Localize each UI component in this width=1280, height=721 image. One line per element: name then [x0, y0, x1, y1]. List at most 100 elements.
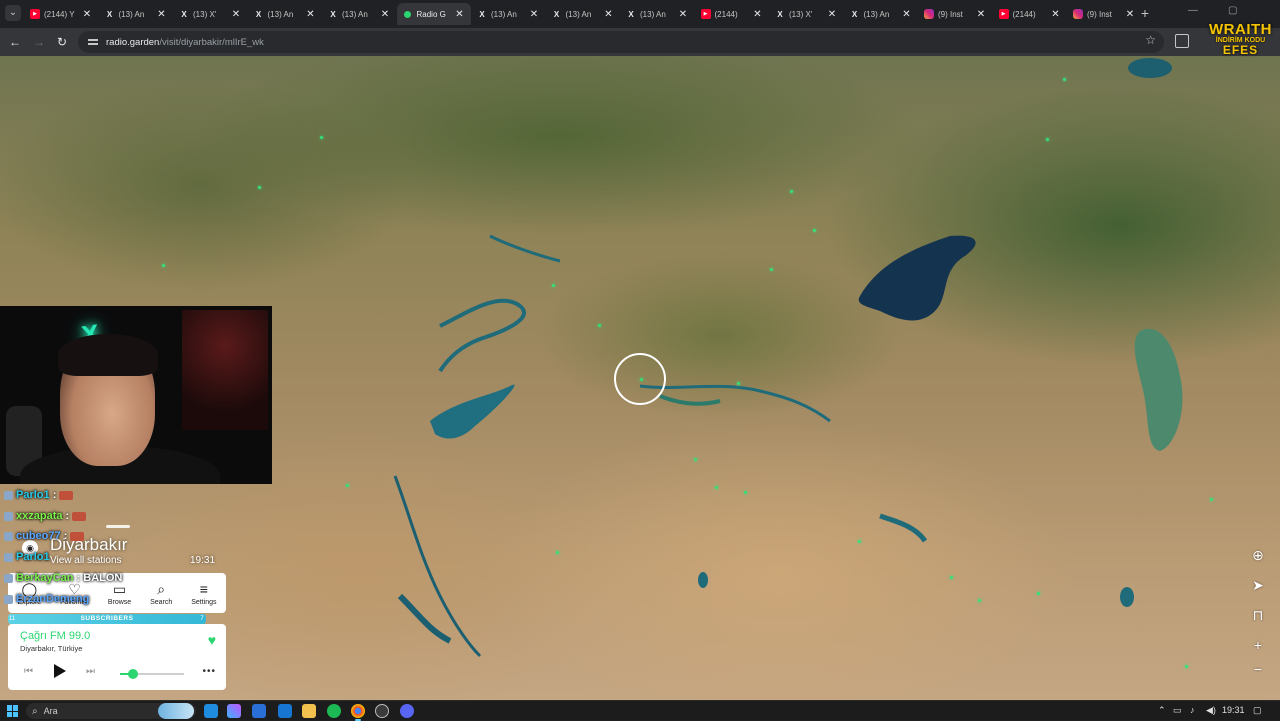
radio-station-dot[interactable]: [950, 576, 953, 579]
radio-station-dot[interactable]: [1185, 665, 1188, 668]
back-icon[interactable]: ←: [7, 34, 23, 50]
browser-tab[interactable]: X (13) An ✕: [620, 3, 694, 25]
radio-station-dot[interactable]: [258, 186, 261, 189]
radio-station-dot[interactable]: [790, 190, 793, 193]
spotify-icon[interactable]: [327, 704, 341, 718]
radio-station-dot[interactable]: [1046, 138, 1049, 141]
nav-settings[interactable]: ≡ Settings: [191, 581, 216, 606]
lock-icon[interactable]: ⊓: [1249, 606, 1267, 624]
edge-icon[interactable]: [204, 704, 218, 718]
radio-station-dot[interactable]: [556, 551, 559, 554]
radio-station-dot[interactable]: [744, 491, 747, 494]
browser-tab[interactable]: X (13) An ✕: [546, 3, 620, 25]
chat-username[interactable]: Parlo1: [16, 489, 50, 501]
maximize-icon[interactable]: ▢: [1228, 5, 1237, 16]
close-tab-icon[interactable]: ✕: [157, 9, 167, 20]
close-tab-icon[interactable]: ✕: [1051, 9, 1061, 20]
close-tab-icon[interactable]: ✕: [455, 9, 465, 20]
radio-station-dot[interactable]: [1063, 78, 1066, 81]
close-tab-icon[interactable]: ✕: [902, 9, 912, 20]
radio-station-dot[interactable]: [770, 268, 773, 271]
explorer-icon[interactable]: [302, 704, 316, 718]
extensions-icon[interactable]: [1175, 34, 1189, 48]
browser-tab[interactable]: X (13) An ✕: [844, 3, 918, 25]
browser-tab[interactable]: X (13) X' ✕: [769, 3, 843, 25]
browser-tab[interactable]: ▶ (2144) Y ✕: [24, 3, 98, 25]
forward-icon[interactable]: →: [31, 34, 47, 50]
radio-station-dot[interactable]: [978, 599, 981, 602]
radio-station-dot[interactable]: [1210, 498, 1213, 501]
chat-username[interactable]: xxzapata: [16, 510, 62, 522]
microphone-icon[interactable]: ♪: [1190, 705, 1195, 715]
zoom-out-icon[interactable]: −: [1249, 660, 1267, 678]
radio-station-dot[interactable]: [813, 229, 816, 232]
radio-station-dot[interactable]: [346, 484, 349, 487]
play-icon[interactable]: [54, 664, 66, 678]
radio-station-dot[interactable]: [715, 486, 718, 489]
close-tab-icon[interactable]: ✕: [231, 9, 241, 20]
volume-slider[interactable]: [120, 669, 184, 679]
chat-username[interactable]: cubeo77: [16, 530, 61, 542]
obs-icon[interactable]: [375, 704, 389, 718]
close-tab-icon[interactable]: ✕: [1125, 9, 1135, 20]
reload-icon[interactable]: ↻: [54, 34, 70, 50]
chat-username[interactable]: BerkayCan: [16, 572, 73, 584]
radio-station-dot[interactable]: [737, 382, 740, 385]
nav-browse[interactable]: ▭ Browse: [108, 581, 131, 606]
address-bar[interactable]: radio.garden/visit/diyarbakir/mlIrE_wk ☆: [78, 31, 1164, 53]
browser-tab[interactable]: (9) Inst ✕: [918, 3, 992, 25]
radio-station-dot[interactable]: [598, 324, 601, 327]
store-icon[interactable]: [252, 704, 266, 718]
zoom-in-icon[interactable]: +: [1249, 636, 1267, 654]
tab-search-button[interactable]: ⌄: [5, 5, 21, 21]
globe-icon[interactable]: ⊕: [1249, 546, 1267, 564]
bookmark-star-icon[interactable]: ☆: [1145, 33, 1156, 47]
panel-drag-handle[interactable]: [106, 525, 130, 528]
close-tab-icon[interactable]: ✕: [529, 9, 539, 20]
next-icon[interactable]: ⏭: [86, 666, 95, 677]
copilot-icon[interactable]: [227, 704, 241, 718]
close-tab-icon[interactable]: ✕: [604, 9, 614, 20]
chat-username[interactable]: ErzanDemeng: [16, 593, 89, 605]
more-options-icon[interactable]: •••: [202, 666, 216, 677]
volume-icon[interactable]: ◀): [1206, 705, 1216, 716]
close-tab-icon[interactable]: ✕: [380, 9, 390, 20]
browser-tab[interactable]: ▶ (2144) ✕: [695, 3, 769, 25]
close-tab-icon[interactable]: ✕: [753, 9, 763, 20]
search-highlight-image[interactable]: [158, 703, 194, 719]
close-tab-icon[interactable]: ✕: [678, 9, 688, 20]
view-all-stations-link[interactable]: View all stations: [50, 555, 122, 566]
browser-tab[interactable]: ▶ (2144) ✕: [993, 3, 1067, 25]
radio-station-dot[interactable]: [162, 264, 165, 267]
minimize-icon[interactable]: —: [1188, 5, 1198, 16]
notifications-icon[interactable]: ▢: [1253, 705, 1262, 716]
discord-icon[interactable]: [400, 704, 414, 718]
radio-station-dot[interactable]: [1037, 592, 1040, 595]
browser-tab[interactable]: X (13) An ✕: [248, 3, 322, 25]
browser-tab[interactable]: X (13) An ✕: [471, 3, 545, 25]
volume-knob[interactable]: [127, 669, 138, 679]
locate-icon[interactable]: ➤: [1249, 576, 1267, 594]
close-tab-icon[interactable]: ✕: [976, 9, 986, 20]
radio-station-dot[interactable]: [320, 136, 323, 139]
browser-tab[interactable]: X (13) X' ✕: [173, 3, 247, 25]
site-info-icon[interactable]: [88, 37, 98, 47]
browser-tab[interactable]: X (13) An ✕: [99, 3, 173, 25]
chrome-icon[interactable]: [351, 704, 365, 721]
windows-start-icon[interactable]: [7, 705, 19, 717]
previous-icon[interactable]: ⏮: [24, 666, 33, 677]
network-icon[interactable]: ▭: [1173, 705, 1182, 716]
close-tab-icon[interactable]: ✕: [306, 9, 316, 20]
radio-station-dot[interactable]: [858, 540, 861, 543]
browser-tab[interactable]: X (13) An ✕: [322, 3, 396, 25]
new-tab-button[interactable]: +: [1138, 5, 1152, 21]
nav-search[interactable]: ⌕ Search: [150, 581, 172, 606]
browser-tab[interactable]: Radio G ✕: [396, 3, 471, 25]
favorite-heart-icon[interactable]: ♥: [208, 632, 216, 648]
radio-station-dot[interactable]: [694, 458, 697, 461]
mail-icon[interactable]: [278, 704, 292, 718]
taskbar-clock[interactable]: 19:31: [1222, 705, 1245, 715]
close-tab-icon[interactable]: ✕: [827, 9, 837, 20]
browser-tab[interactable]: (9) Inst ✕: [1067, 3, 1141, 25]
tray-chevron-icon[interactable]: ⌃: [1158, 705, 1166, 716]
